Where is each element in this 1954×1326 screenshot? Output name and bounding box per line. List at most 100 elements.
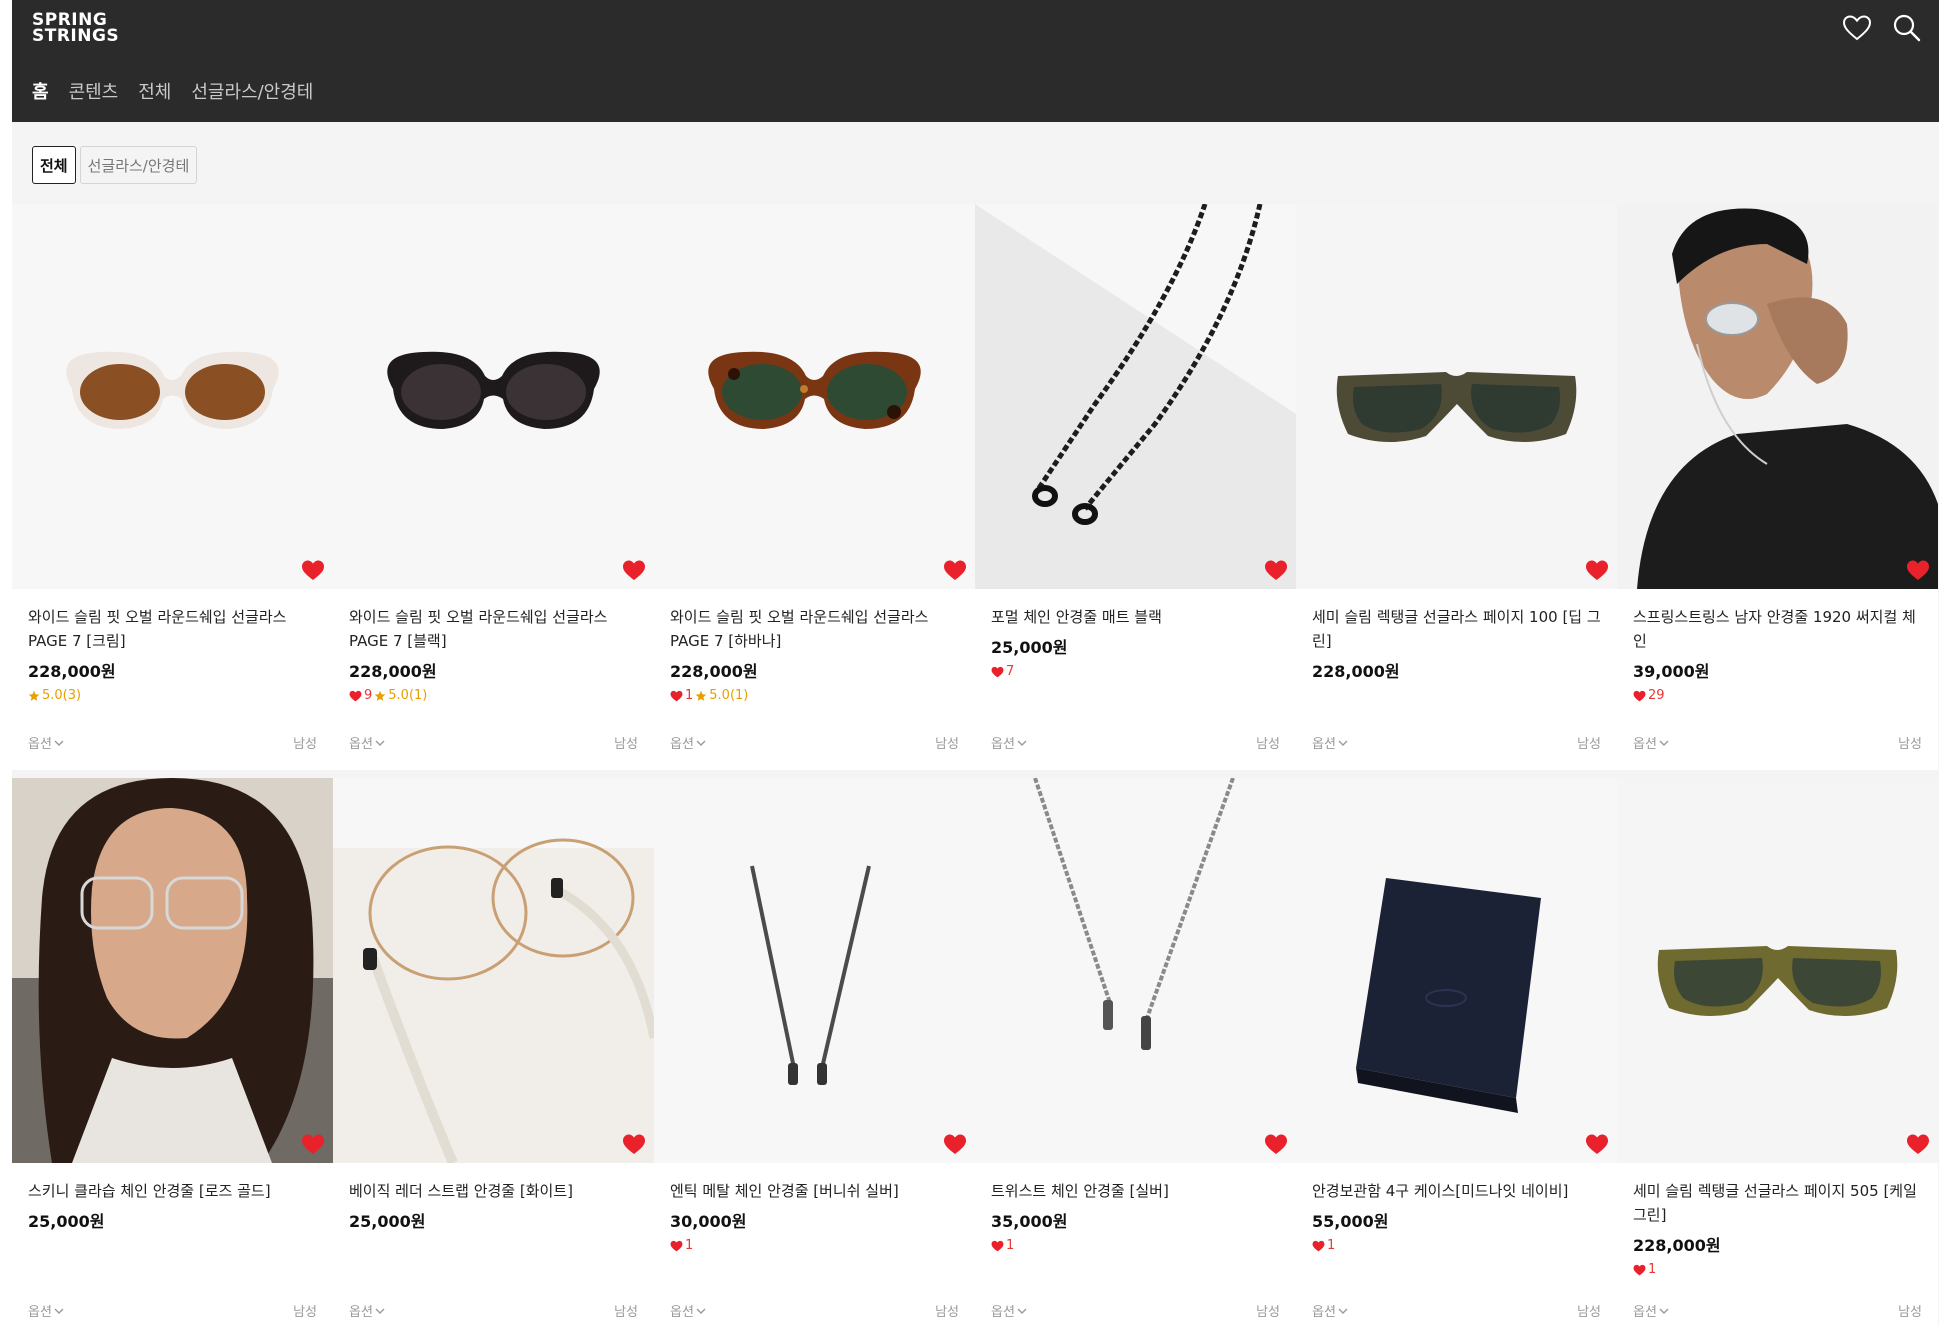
product-card[interactable]: 와이드 슬림 핏 오벌 라운드쉐입 선글라스 PAGE 7 [크림] 228,0…	[12, 204, 333, 770]
option-dropdown[interactable]: 옵션	[349, 1301, 385, 1320]
option-dropdown[interactable]: 옵션	[670, 1301, 706, 1320]
filter-chip-all[interactable]: 전체	[32, 146, 76, 184]
product-footer: 옵션 남성	[670, 1301, 959, 1320]
product-card[interactable]: 트위스트 체인 안경줄 [실버] 35,000원 1 옵션 남성	[975, 778, 1296, 1326]
product-card[interactable]: 세미 슬림 렉탱글 선글라스 페이지 100 [딥 그린] 228,000원 옵…	[1296, 204, 1617, 770]
nav-all[interactable]: 전체	[138, 78, 171, 104]
review-rating: 5.0(1)	[695, 688, 748, 703]
filter-chip-sunglasses-frames[interactable]: 선글라스/안경테	[79, 146, 198, 184]
like-count: 9	[349, 688, 372, 703]
product-info: 세미 슬림 렉탱글 선글라스 페이지 100 [딥 그린] 228,000원	[1296, 589, 1617, 682]
product-image[interactable]	[12, 778, 333, 1163]
heart-icon	[623, 1134, 645, 1154]
option-dropdown[interactable]: 옵션	[1633, 733, 1669, 752]
option-label: 옵션	[349, 1305, 373, 1320]
product-card[interactable]: 스키니 클라습 체인 안경줄 [로즈 골드] 25,000원 옵션 남성	[12, 778, 333, 1326]
gender-tag: 남성	[1898, 737, 1922, 752]
wishlist-heart-button[interactable]	[1906, 1133, 1930, 1155]
gender-tag: 남성	[1577, 1305, 1601, 1320]
search-icon[interactable]	[1891, 12, 1923, 44]
product-name[interactable]: 엔틱 메탈 체인 안경줄 [버니쉬 실버]	[670, 1179, 959, 1203]
product-image[interactable]	[333, 204, 654, 589]
product-card[interactable]: 포멀 체인 안경줄 매트 블랙 25,000원 7 옵션 남성	[975, 204, 1296, 770]
wishlist-heart-button[interactable]	[943, 559, 967, 581]
product-price: 228,000원	[349, 662, 437, 681]
product-name[interactable]: 와이드 슬림 핏 오벌 라운드쉐입 선글라스 PAGE 7 [블랙]	[349, 605, 638, 653]
product-name[interactable]: 세미 슬림 렉탱글 선글라스 페이지 505 [케일 그린]	[1633, 1179, 1922, 1227]
product-image[interactable]	[12, 204, 333, 589]
main-nav: 홈 콘텐츠 전체 선글라스/안경테	[32, 78, 313, 104]
product-name[interactable]: 포멀 체인 안경줄 매트 블랙	[991, 605, 1280, 629]
heart-icon[interactable]	[1841, 12, 1873, 44]
nav-home[interactable]: 홈	[32, 78, 49, 104]
product-card[interactable]: 베이직 레더 스트랩 안경줄 [화이트] 25,000원 옵션 남성	[333, 778, 654, 1326]
option-dropdown[interactable]: 옵션	[991, 1301, 1027, 1320]
product-price: 25,000원	[28, 1212, 105, 1231]
product-image[interactable]	[654, 204, 975, 589]
product-image[interactable]	[975, 204, 1296, 589]
star-icon	[375, 690, 386, 701]
product-name[interactable]: 세미 슬림 렉탱글 선글라스 페이지 100 [딥 그린]	[1312, 605, 1601, 653]
option-dropdown[interactable]: 옵션	[1312, 1301, 1348, 1320]
wishlist-heart-button[interactable]	[1906, 559, 1930, 581]
product-image[interactable]	[975, 778, 1296, 1163]
like-count-value: 1	[685, 688, 694, 703]
product-card[interactable]: 와이드 슬림 핏 오벌 라운드쉐입 선글라스 PAGE 7 [하바나] 228,…	[654, 204, 975, 770]
product-price: 228,000원	[670, 662, 758, 681]
wishlist-heart-button[interactable]	[622, 1133, 646, 1155]
product-card[interactable]: 엔틱 메탈 체인 안경줄 [버니쉬 실버] 30,000원 1 옵션 남성	[654, 778, 975, 1326]
product-card[interactable]: 세미 슬림 렉탱글 선글라스 페이지 505 [케일 그린] 228,000원 …	[1617, 778, 1938, 1326]
like-count-value: 7	[1006, 664, 1015, 679]
product-info: 스키니 클라습 체인 안경줄 [로즈 골드] 25,000원	[12, 1163, 333, 1232]
product-card[interactable]: 안경보관함 4구 케이스[미드나잇 네이비] 55,000원 1 옵션 남성	[1296, 778, 1617, 1326]
wishlist-heart-button[interactable]	[301, 559, 325, 581]
option-dropdown[interactable]: 옵션	[670, 733, 706, 752]
product-meta: 9 5.0(1)	[349, 688, 638, 703]
nav-sunglasses-frames[interactable]: 선글라스/안경테	[191, 78, 313, 104]
option-dropdown[interactable]: 옵션	[991, 733, 1027, 752]
heart-icon	[302, 1134, 324, 1154]
product-name[interactable]: 트위스트 체인 안경줄 [실버]	[991, 1179, 1280, 1203]
like-count-value: 9	[364, 688, 373, 703]
product-image[interactable]	[1296, 778, 1617, 1163]
page: SPRING STRINGS 홈 콘텐츠 전체 선글라스/안경테 전체 선글라스…	[12, 0, 1939, 1326]
nav-contents[interactable]: 콘텐츠	[69, 78, 119, 104]
heart-icon	[1265, 560, 1287, 580]
product-image[interactable]	[333, 778, 654, 1163]
option-dropdown[interactable]: 옵션	[349, 733, 385, 752]
product-name[interactable]: 와이드 슬림 핏 오벌 라운드쉐입 선글라스 PAGE 7 [크림]	[28, 605, 317, 653]
product-name[interactable]: 베이직 레더 스트랩 안경줄 [화이트]	[349, 1179, 638, 1203]
product-image[interactable]	[654, 778, 975, 1163]
product-price: 25,000원	[991, 638, 1068, 657]
option-dropdown[interactable]: 옵션	[1633, 1301, 1669, 1320]
option-dropdown[interactable]: 옵션	[28, 1301, 64, 1320]
product-info: 엔틱 메탈 체인 안경줄 [버니쉬 실버] 30,000원 1	[654, 1163, 975, 1253]
heart-icon	[302, 560, 324, 580]
product-name[interactable]: 스프링스트링스 남자 안경줄 1920 써지컬 체인	[1633, 605, 1922, 653]
product-card[interactable]: 와이드 슬림 핏 오벌 라운드쉐입 선글라스 PAGE 7 [블랙] 228,0…	[333, 204, 654, 770]
wishlist-heart-button[interactable]	[1264, 1133, 1288, 1155]
product-image[interactable]	[1296, 204, 1617, 589]
product-name[interactable]: 안경보관함 4구 케이스[미드나잇 네이비]	[1312, 1179, 1601, 1203]
product-image[interactable]	[1617, 778, 1938, 1163]
wishlist-heart-button[interactable]	[1585, 559, 1609, 581]
wishlist-heart-button[interactable]	[1585, 1133, 1609, 1155]
product-info: 트위스트 체인 안경줄 [실버] 35,000원 1	[975, 1163, 1296, 1253]
brand-logo[interactable]: SPRING STRINGS	[32, 12, 119, 45]
wishlist-heart-button[interactable]	[622, 559, 646, 581]
product-name[interactable]: 와이드 슬림 핏 오벌 라운드쉐입 선글라스 PAGE 7 [하바나]	[670, 605, 959, 653]
product-name[interactable]: 스키니 클라습 체인 안경줄 [로즈 골드]	[28, 1179, 317, 1203]
chevron-down-icon	[1659, 1308, 1669, 1314]
product-card[interactable]: 스프링스트링스 남자 안경줄 1920 써지컬 체인 39,000원 29 옵션…	[1617, 204, 1938, 770]
like-count: 1	[670, 1238, 693, 1253]
wishlist-heart-button[interactable]	[301, 1133, 325, 1155]
product-image[interactable]	[1617, 204, 1938, 589]
wishlist-heart-button[interactable]	[943, 1133, 967, 1155]
product-price: 228,000원	[1312, 662, 1400, 681]
option-dropdown[interactable]: 옵션	[28, 733, 64, 752]
chevron-down-icon	[54, 1308, 64, 1314]
product-footer: 옵션 남성	[1312, 1301, 1601, 1320]
wishlist-heart-button[interactable]	[1264, 559, 1288, 581]
product-meta: 7	[991, 664, 1280, 679]
option-dropdown[interactable]: 옵션	[1312, 733, 1348, 752]
